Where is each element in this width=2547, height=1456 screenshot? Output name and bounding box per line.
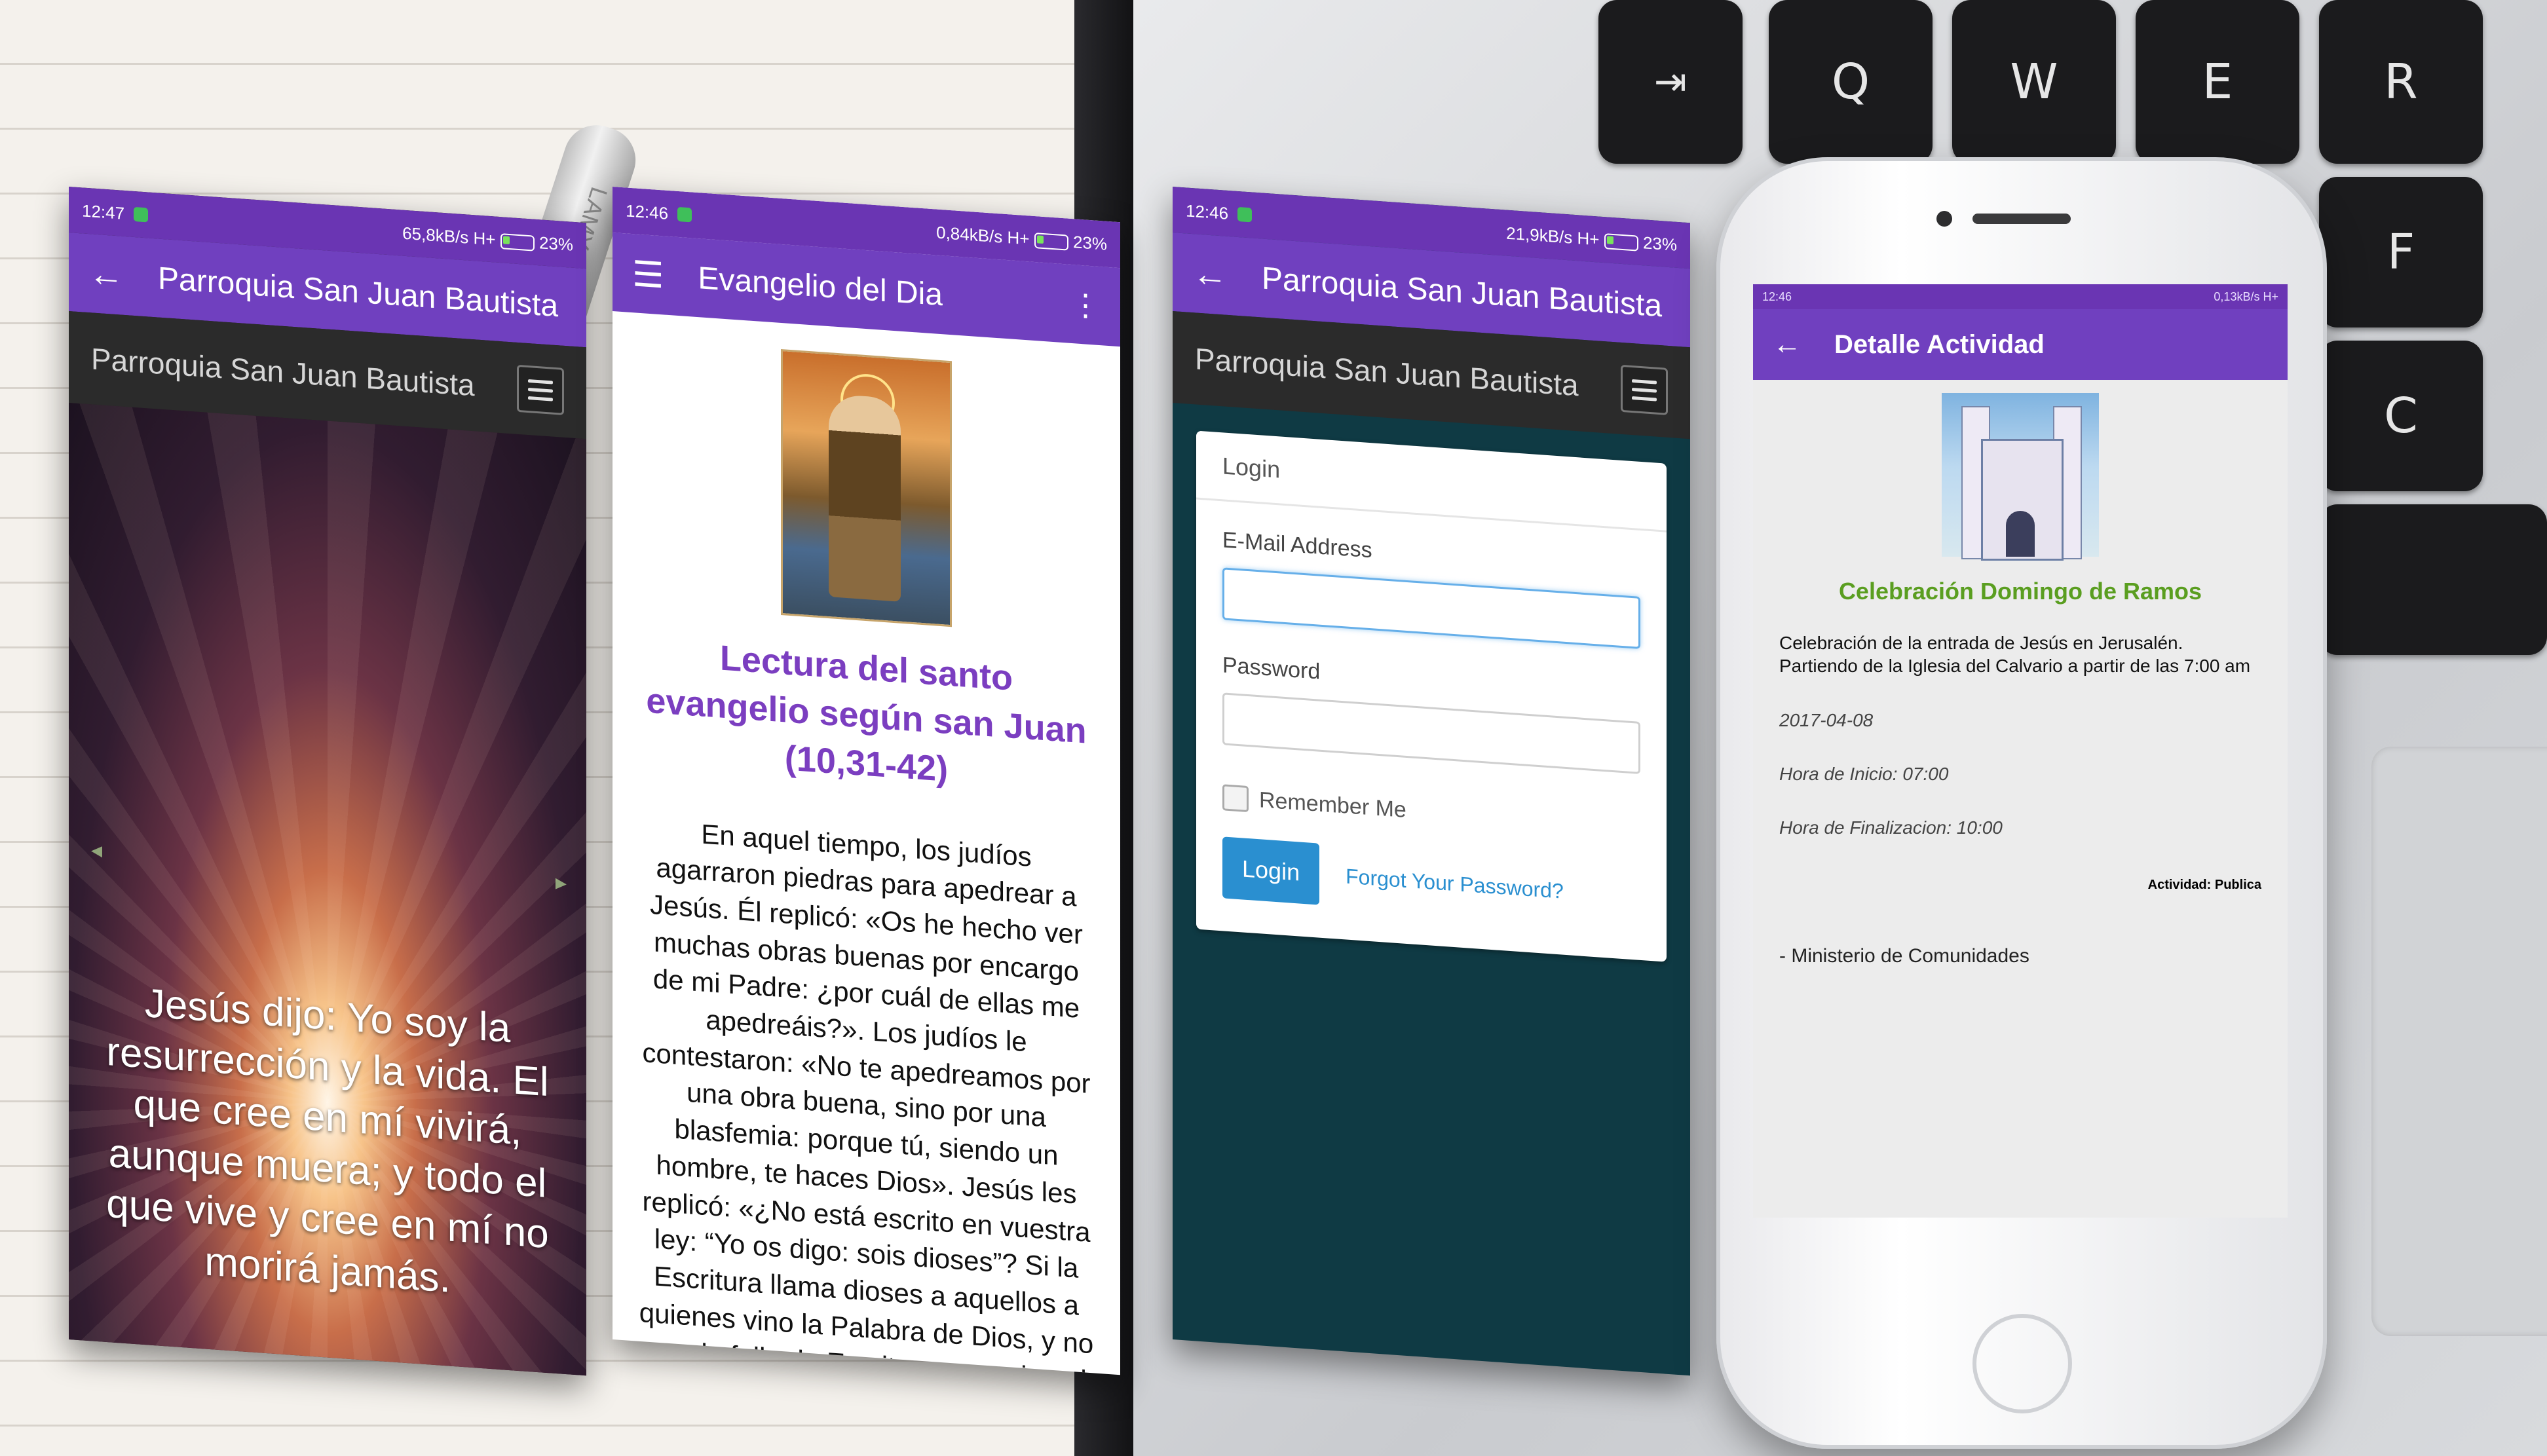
reading-text: En aquel tiempo, los judíos agarraron pi… — [639, 818, 1094, 1375]
activity-end-time: Hora de Finalizacion: 10:00 — [1779, 817, 2003, 838]
key-w: W — [1952, 0, 2116, 164]
saint-figure — [829, 394, 901, 602]
app-title: Detalle Actividad — [1834, 329, 2045, 359]
status-time: 12:46 — [626, 200, 669, 223]
activity-status: Actividad: Publica — [2147, 878, 2261, 892]
back-arrow-icon[interactable]: ← — [1773, 328, 1802, 361]
gospel-content: Lectura del santo evangelio según san Ju… — [613, 311, 1120, 1375]
back-arrow-icon[interactable]: ← — [1192, 253, 1228, 296]
activity-date: 2017-04-08 — [1779, 710, 1874, 730]
status-time: 12:47 — [82, 200, 125, 223]
saint-image — [781, 348, 952, 627]
remember-checkbox[interactable] — [1222, 784, 1249, 813]
speaker-grille — [1972, 214, 2071, 224]
status-battery: 23% — [1072, 231, 1107, 254]
login-button[interactable]: Login — [1222, 836, 1320, 905]
menu-toggle-icon[interactable] — [517, 364, 564, 415]
notification-icon — [134, 206, 149, 223]
status-time: 12:46 — [1762, 289, 1792, 303]
app-bar: ← Detalle Actividad — [1753, 309, 2288, 380]
church-door — [2006, 511, 2035, 557]
status-battery: 23% — [538, 232, 573, 255]
status-time: 12:46 — [1186, 200, 1229, 223]
status-speed: 21,9kB/s — [1506, 223, 1573, 248]
battery-icon — [1034, 232, 1068, 251]
notification-icon — [1237, 206, 1253, 223]
key-space — [2319, 504, 2547, 655]
carousel-prev-icon[interactable]: ◂ — [91, 836, 102, 863]
status-speed: 0,84kB/s — [936, 222, 1003, 247]
app-title: Parroquia San Juan Bautista — [1262, 261, 1663, 324]
key-e: E — [2136, 0, 2299, 164]
church-image — [1942, 393, 2099, 561]
status-speed: 65,8kB/s — [402, 223, 469, 248]
key-f: F — [2319, 177, 2483, 327]
email-field[interactable] — [1222, 567, 1640, 649]
screen-quote: 12:47 65,8kB/s H+ 23% ← Parroquia San Ju… — [69, 187, 586, 1376]
status-bar: 12:46 0,13kB/s H+ — [1753, 284, 2288, 309]
carousel-next-icon[interactable]: ▸ — [556, 869, 567, 896]
status-network: H+ — [1007, 227, 1030, 249]
activity-ministry: - Ministerio de Comunidades — [1779, 945, 2029, 967]
overflow-menu-icon[interactable]: ⋮ — [1070, 286, 1101, 324]
screen-activity-detail: 12:46 0,13kB/s H+ ← Detalle Actividad Ce… — [1753, 284, 2288, 1218]
status-network: H+ — [473, 227, 496, 250]
back-arrow-icon[interactable]: ← — [88, 253, 124, 296]
status-network: H+ — [2263, 289, 2278, 303]
tab-key: ⇥ — [1598, 0, 1743, 164]
hero-image: ◂ ▸ Jesús dijo: Yo soy la resurrección y… — [69, 403, 586, 1376]
site-brand[interactable]: Parroquia San Juan Bautista — [91, 341, 475, 403]
status-speed: 0,13kB/s — [2214, 289, 2260, 303]
app-title: Parroquia San Juan Bautista — [158, 261, 559, 324]
forgot-password-link[interactable]: Forgot Your Password? — [1346, 864, 1564, 903]
key-q: Q — [1769, 0, 1933, 164]
battery-icon — [1604, 233, 1638, 252]
battery-icon — [500, 233, 535, 252]
activity-description: Celebración de la entrada de Jesús en Je… — [1779, 633, 2251, 676]
key-c: C — [2319, 341, 2483, 491]
bible-quote: Jesús dijo: Yo soy la resurrección y la … — [106, 980, 549, 1301]
notification-icon — [677, 206, 692, 223]
front-camera — [1936, 211, 1952, 227]
site-brand[interactable]: Parroquia San Juan Bautista — [1195, 341, 1579, 403]
menu-toggle-icon[interactable] — [1621, 364, 1668, 415]
menu-icon[interactable]: ☰ — [632, 253, 664, 296]
remember-me: Remember Me — [1222, 784, 1640, 840]
remember-label: Remember Me — [1259, 787, 1406, 823]
login-card: Login E-Mail Address Password Remember M… — [1196, 430, 1667, 962]
password-field[interactable] — [1222, 692, 1640, 774]
screen-login: 12:46 21,9kB/s H+ 23% ← Parroquia San Ju… — [1173, 187, 1690, 1376]
key-r: R — [2319, 0, 2483, 164]
trackpad — [2371, 747, 2547, 1336]
home-button[interactable] — [1972, 1314, 2072, 1413]
activity-start-time: Hora de Inicio: 07:00 — [1779, 764, 1949, 784]
screen-gospel: 12:46 0,84kB/s H+ 23% ☰ Evangelio del Di… — [613, 187, 1120, 1375]
phone-device: 12:46 0,13kB/s H+ ← Detalle Actividad Ce… — [1716, 157, 2327, 1449]
status-network: H+ — [1577, 227, 1600, 250]
activity-title: Celebración Domingo de Ramos — [1838, 578, 2202, 605]
app-title: Evangelio del Dia — [698, 260, 943, 312]
reading-title: Lectura del santo evangelio según san Ju… — [646, 638, 1087, 789]
status-battery: 23% — [1642, 232, 1677, 255]
